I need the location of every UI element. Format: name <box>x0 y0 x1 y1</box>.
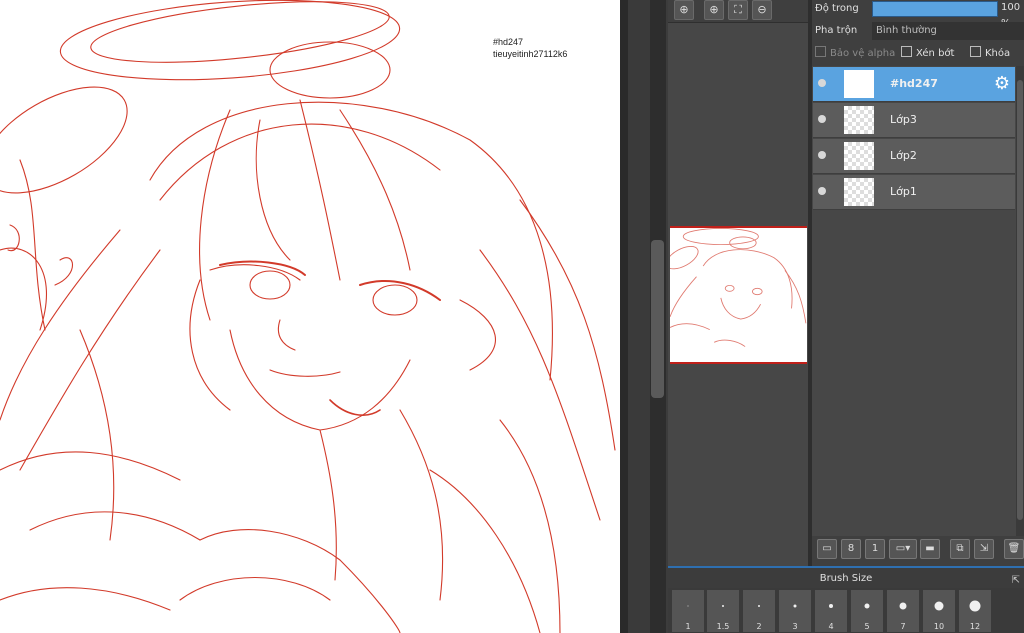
brush-dot <box>722 605 724 607</box>
canvas-username-text: tieuyeitinh27112k6 <box>493 49 568 59</box>
brush-dot <box>829 604 833 608</box>
brush-size-title: Brush Size <box>819 573 873 584</box>
visibility-icon[interactable] <box>818 115 826 123</box>
opacity-label: Độ trong <box>815 3 859 14</box>
brush-size-label: 1 <box>685 622 691 631</box>
brush-dot <box>793 604 797 608</box>
brush-size-1[interactable]: 1 <box>671 589 705 633</box>
layer-thumbnail <box>844 142 874 170</box>
brush-dot <box>934 601 944 611</box>
layer-row-lop1[interactable]: Lớp1 <box>813 175 1015 210</box>
new-1bit-layer-icon[interactable]: 1 <box>865 539 885 559</box>
protect-alpha-checkbox[interactable]: Bảo vệ alpha <box>815 45 895 63</box>
blend-label: Pha trộn <box>815 25 858 36</box>
brush-dot <box>687 605 689 607</box>
brush-size-label: 12 <box>969 622 981 631</box>
brush-dot <box>969 600 981 612</box>
brush-dot <box>864 603 870 609</box>
brush-size-label: 4 <box>828 622 834 631</box>
layer-name: #hd247 <box>890 77 938 90</box>
brush-size-2[interactable]: 2 <box>742 589 776 633</box>
layer-name: Lớp3 <box>890 113 917 126</box>
delete-icon[interactable]: 🗑 <box>1004 539 1024 559</box>
navigator-toolbar: ⊕ ⊕ ⛶ ⊖ <box>668 0 808 23</box>
zoom-in-plus-icon[interactable]: ⊕ <box>704 0 724 20</box>
merge-layer-icon[interactable]: ⇲ <box>974 539 994 559</box>
brush-size-label: 1.5 <box>716 622 730 631</box>
folder-icon[interactable]: ▬ <box>920 539 940 559</box>
zoom-out-icon[interactable]: ⊖ <box>752 0 772 20</box>
duplicate-layer-icon[interactable]: ⧉ <box>950 539 970 559</box>
gear-icon[interactable]: ⚙ <box>992 74 1012 94</box>
layer-thumbnail <box>844 70 874 98</box>
brush-size-7[interactable]: 7 <box>886 589 920 633</box>
brush-size-header: Brush Size ⇱ <box>668 566 1024 590</box>
drawing-canvas[interactable]: #hd247 tieuyeitinh27112k6 <box>0 0 620 633</box>
checkbox-box[interactable] <box>970 46 981 57</box>
layer-thumbnail <box>844 178 874 206</box>
lock-checkbox[interactable]: Khóa <box>970 45 1010 63</box>
lock-label: Khóa <box>985 48 1011 59</box>
layer-name: Lớp2 <box>890 149 917 162</box>
checkbox-box[interactable] <box>901 46 912 57</box>
layer-row-lop3[interactable]: Lớp3 <box>813 103 1015 138</box>
visibility-icon[interactable] <box>818 79 826 87</box>
opacity-slider[interactable] <box>872 1 998 17</box>
layer-scrollbar-thumb[interactable] <box>1017 80 1023 520</box>
new-layer-icon[interactable]: ▭ <box>817 539 837 559</box>
visibility-icon[interactable] <box>818 151 826 159</box>
canvas-hashtag-text: #hd247 <box>493 37 524 47</box>
zoom-fit-icon[interactable]: ⛶ <box>728 0 748 20</box>
navigator-thumbnail <box>670 228 807 347</box>
sketch-artwork <box>0 0 616 633</box>
brush-size-5[interactable]: 5 <box>850 589 884 633</box>
scrollbar-thumb[interactable] <box>651 240 664 398</box>
checkbox-box[interactable] <box>815 46 826 57</box>
brush-size-4[interactable]: 4 <box>814 589 848 633</box>
brush-size-1-5[interactable]: 1.5 <box>706 589 740 633</box>
brush-size-label: 5 <box>864 622 870 631</box>
clipping-checkbox[interactable]: Xén bớt <box>901 45 954 63</box>
blend-mode-select[interactable]: Bình thường <box>872 22 1024 40</box>
layer-row-lop2[interactable]: Lớp2 <box>813 139 1015 174</box>
layer-row-hd247[interactable]: #hd247 ⚙ <box>813 67 1015 102</box>
navigator-preview[interactable] <box>670 226 807 364</box>
brush-size-12[interactable]: 12 <box>958 589 992 633</box>
brush-size-label: 7 <box>900 622 906 631</box>
add-layer-menu-icon[interactable]: ▭▾ <box>889 539 917 559</box>
brush-size-label: 2 <box>756 622 762 631</box>
new-8bit-layer-icon[interactable]: 8 <box>841 539 861 559</box>
protect-alpha-label: Bảo vệ alpha <box>830 48 896 59</box>
brush-size-label: 3 <box>792 622 798 631</box>
panel-gap <box>628 0 650 633</box>
brush-size-10[interactable]: 10 <box>922 589 956 633</box>
zoom-in-icon[interactable]: ⊕ <box>674 0 694 20</box>
layer-name: Lớp1 <box>890 185 917 198</box>
brush-dot <box>758 605 760 607</box>
brush-dot <box>899 602 907 610</box>
clipping-label: Xén bớt <box>916 48 955 59</box>
brush-size-label: 10 <box>933 622 945 631</box>
brush-size-3[interactable]: 3 <box>778 589 812 633</box>
visibility-icon[interactable] <box>818 187 826 195</box>
layer-thumbnail <box>844 106 874 134</box>
canvas-divider <box>620 0 628 633</box>
